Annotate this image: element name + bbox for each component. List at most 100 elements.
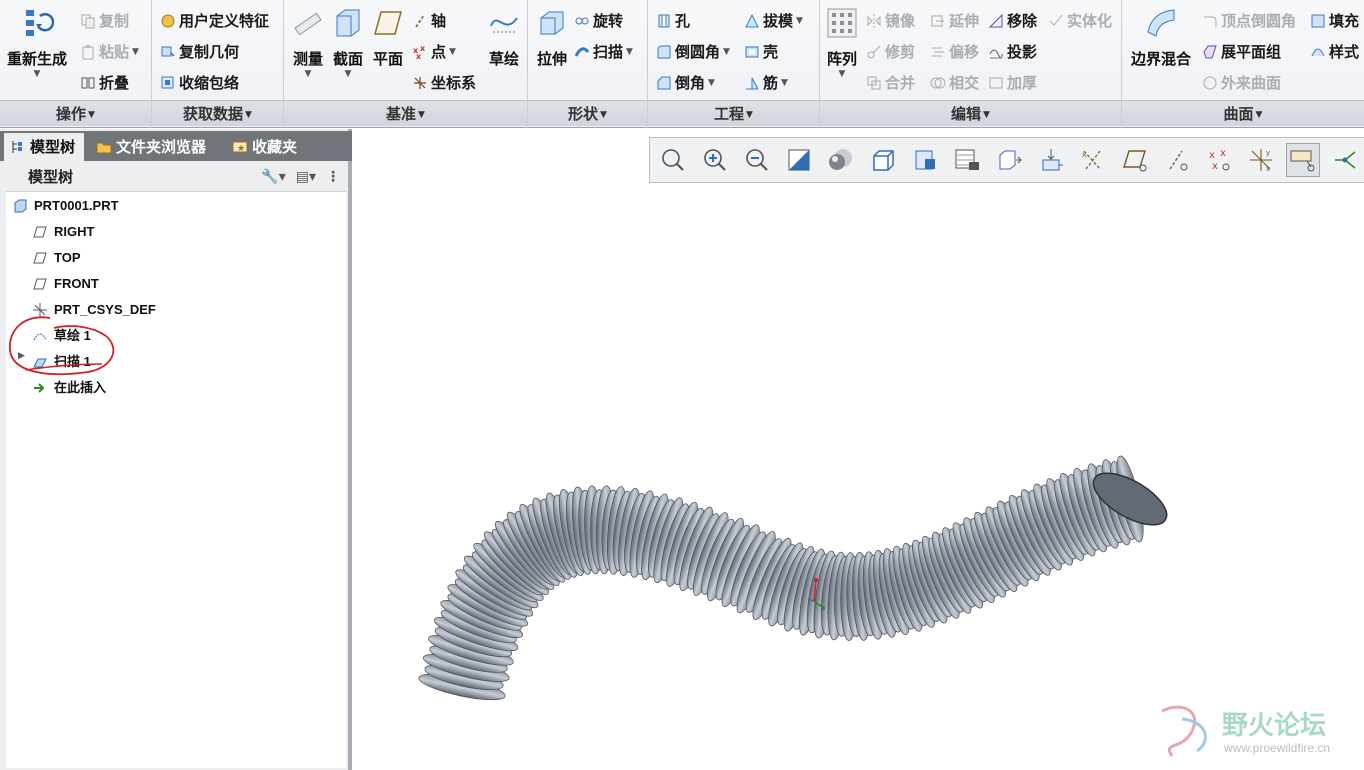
tree-node-front[interactable]: FRONT <box>32 273 99 295</box>
model-bellows-hose[interactable] <box>352 129 1364 770</box>
copy-geometry-button[interactable]: 复制几何 <box>160 41 239 62</box>
sketch-button[interactable]: 草绘 <box>484 6 524 69</box>
model-tree-header: 模型树 🔧▾ ▤▾ ⋮ <box>6 163 346 191</box>
section-label: 截面 <box>332 50 363 68</box>
axis-button[interactable]: 轴 <box>412 10 446 31</box>
hole-button[interactable]: 孔 <box>656 10 690 31</box>
sweep-label: 扫描 <box>593 43 624 61</box>
chevron-down-icon[interactable]: ▼ <box>796 16 803 26</box>
navigator-panel: 模型树 文件夹浏览器 ★ 收藏夹 模型树 🔧▾ ▤▾ ⋮ PRT0001.PRT… <box>0 129 352 770</box>
plane-icon <box>374 11 402 35</box>
merge-label: 合并 <box>885 74 916 92</box>
freestyle-button[interactable]: 外来曲面 <box>1202 72 1281 93</box>
extrude-button[interactable]: 拉伸 <box>532 6 572 69</box>
chamfer-button[interactable]: 倒角 ▼ <box>656 72 715 93</box>
chevron-down-icon[interactable]: ▼ <box>132 47 139 57</box>
chevron-down-icon[interactable]: ▼ <box>708 78 715 88</box>
udf-icon <box>161 14 175 27</box>
csys-button[interactable]: 坐标系 <box>412 72 476 93</box>
style-button[interactable]: 样式 <box>1310 41 1359 62</box>
tab-favorites[interactable]: ★ 收藏夹 <box>226 133 312 161</box>
chevron-down-icon[interactable]: ▼ <box>723 47 730 57</box>
shrinkwrap-button[interactable]: 收缩包络 <box>160 72 239 93</box>
project-icon <box>989 49 1003 58</box>
model-tree: PRT0001.PRT RIGHT TOP FRONT PRT_CSYS_DEF… <box>6 191 346 768</box>
regenerate-button[interactable]: 重新生成 ▼ <box>4 6 70 79</box>
tree-node-right[interactable]: RIGHT <box>32 221 94 243</box>
remove-label: 移除 <box>1007 12 1038 30</box>
paste-icon <box>82 44 94 59</box>
tab-folder-browser[interactable]: 文件夹浏览器 <box>90 133 222 161</box>
svg-text:x: x <box>416 52 422 60</box>
copy-button[interactable]: 复制 <box>80 10 129 31</box>
mirror-button[interactable]: 镜像 <box>866 10 915 31</box>
fill-label: 填充 <box>1329 12 1360 30</box>
tree-settings-icon[interactable]: 🔧▾ <box>261 163 285 191</box>
tree-node-part[interactable]: PRT0001.PRT <box>12 195 119 217</box>
paste-button[interactable]: 粘贴 ▼ <box>80 41 139 62</box>
pattern-icon <box>827 8 857 38</box>
offset-button[interactable]: 偏移 <box>930 41 979 62</box>
extend-button[interactable]: 延伸 <box>930 10 979 31</box>
draft-button[interactable]: 拔模 ▼ <box>744 10 803 31</box>
shrinkwrap-icon <box>161 76 174 88</box>
fill-button[interactable]: 填充 <box>1310 10 1359 31</box>
chevron-down-icon[interactable]: ▼ <box>626 47 633 57</box>
chevron-down-icon[interactable]: ▼ <box>288 69 328 79</box>
vertex-round-button[interactable]: 顶点倒圆角 <box>1202 10 1296 31</box>
shell-label: 壳 <box>763 43 779 61</box>
udf-button[interactable]: 用户定义特征 <box>160 10 269 31</box>
sweep-button[interactable]: 扫描 ▼ <box>574 41 633 62</box>
boundary-blend-label: 边界混合 <box>1130 50 1191 68</box>
navigator-tabs: 模型树 文件夹浏览器 ★ 收藏夹 <box>0 131 352 161</box>
tree-node-top[interactable]: TOP <box>32 247 81 269</box>
chevron-down-icon[interactable]: ▼ <box>824 69 860 79</box>
intersect-icon <box>930 77 946 88</box>
style-icon <box>1311 48 1325 56</box>
mirror-icon <box>867 13 881 28</box>
tree-column-icon[interactable]: ⋮ <box>326 163 340 191</box>
measure-button[interactable]: 测量 ▼ <box>288 6 328 79</box>
remove-button[interactable]: 移除 <box>988 10 1037 31</box>
graphics-window[interactable]: x xxx yx 野火论坛 www.proewildfire.cn <box>352 129 1364 770</box>
group-label-datum[interactable]: 基准 ▼ <box>284 100 527 126</box>
project-button[interactable]: 投影 <box>988 41 1037 62</box>
pattern-button[interactable]: 阵列 ▼ <box>824 6 860 79</box>
chevron-down-icon: ▼ <box>746 109 753 120</box>
copy-label: 复制 <box>99 12 130 30</box>
rib-button[interactable]: 筋 ▼ <box>744 72 788 93</box>
revolve-button[interactable]: 旋转 <box>574 10 623 31</box>
section-button[interactable]: 截面 ▼ <box>330 6 366 79</box>
tree-filter-icon[interactable]: ▤▾ <box>296 163 316 191</box>
chevron-down-icon[interactable]: ▼ <box>781 78 788 88</box>
shell-button[interactable]: 壳 <box>744 41 778 62</box>
model-tree-title: 模型树 <box>28 168 74 186</box>
group-label-operations[interactable]: 操作 ▼ <box>0 100 151 126</box>
udf-label: 用户定义特征 <box>179 12 270 30</box>
chevron-down-icon[interactable]: ▼ <box>4 69 70 79</box>
trim-button[interactable]: 修剪 <box>866 41 915 62</box>
project-label: 投影 <box>1007 43 1038 61</box>
plane-button[interactable]: 平面 <box>370 6 406 69</box>
shell-icon <box>745 46 759 57</box>
solidify-button[interactable]: 实体化 <box>1048 10 1112 31</box>
point-button[interactable]: xxx 点 ▼ <box>412 41 456 62</box>
group-label-text: 工程 <box>714 105 745 123</box>
intersect-button[interactable]: 相交 <box>930 72 979 93</box>
group-label-surfaces[interactable]: 曲面 ▼ <box>1122 100 1364 126</box>
boundary-blend-button[interactable]: 边界混合 <box>1128 6 1194 69</box>
group-label-shapes[interactable]: 形状 ▼ <box>528 100 647 126</box>
tab-model-tree[interactable]: 模型树 <box>4 133 84 161</box>
thicken-button[interactable]: 加厚 <box>988 72 1037 93</box>
ribbon: 重新生成 ▼ 复制 粘贴 ▼ 折叠 操作 ▼ 用户定义特征 复制几何 收缩包络 … <box>0 0 1364 128</box>
chevron-down-icon[interactable]: ▼ <box>449 47 456 57</box>
flatten-quilt-button[interactable]: 展平面组 <box>1202 41 1281 62</box>
fold-button[interactable]: 折叠 <box>80 72 129 93</box>
group-label-get-data[interactable]: 获取数据 ▼ <box>152 100 283 126</box>
round-button[interactable]: 倒圆角 ▼ <box>656 41 730 62</box>
group-label-editing[interactable]: 编辑 ▼ <box>820 100 1121 126</box>
chevron-down-icon[interactable]: ▼ <box>330 69 366 79</box>
merge-button[interactable]: 合并 <box>866 72 915 93</box>
group-label-engineering[interactable]: 工程 ▼ <box>648 100 819 126</box>
thicken-label: 加厚 <box>1007 74 1038 92</box>
